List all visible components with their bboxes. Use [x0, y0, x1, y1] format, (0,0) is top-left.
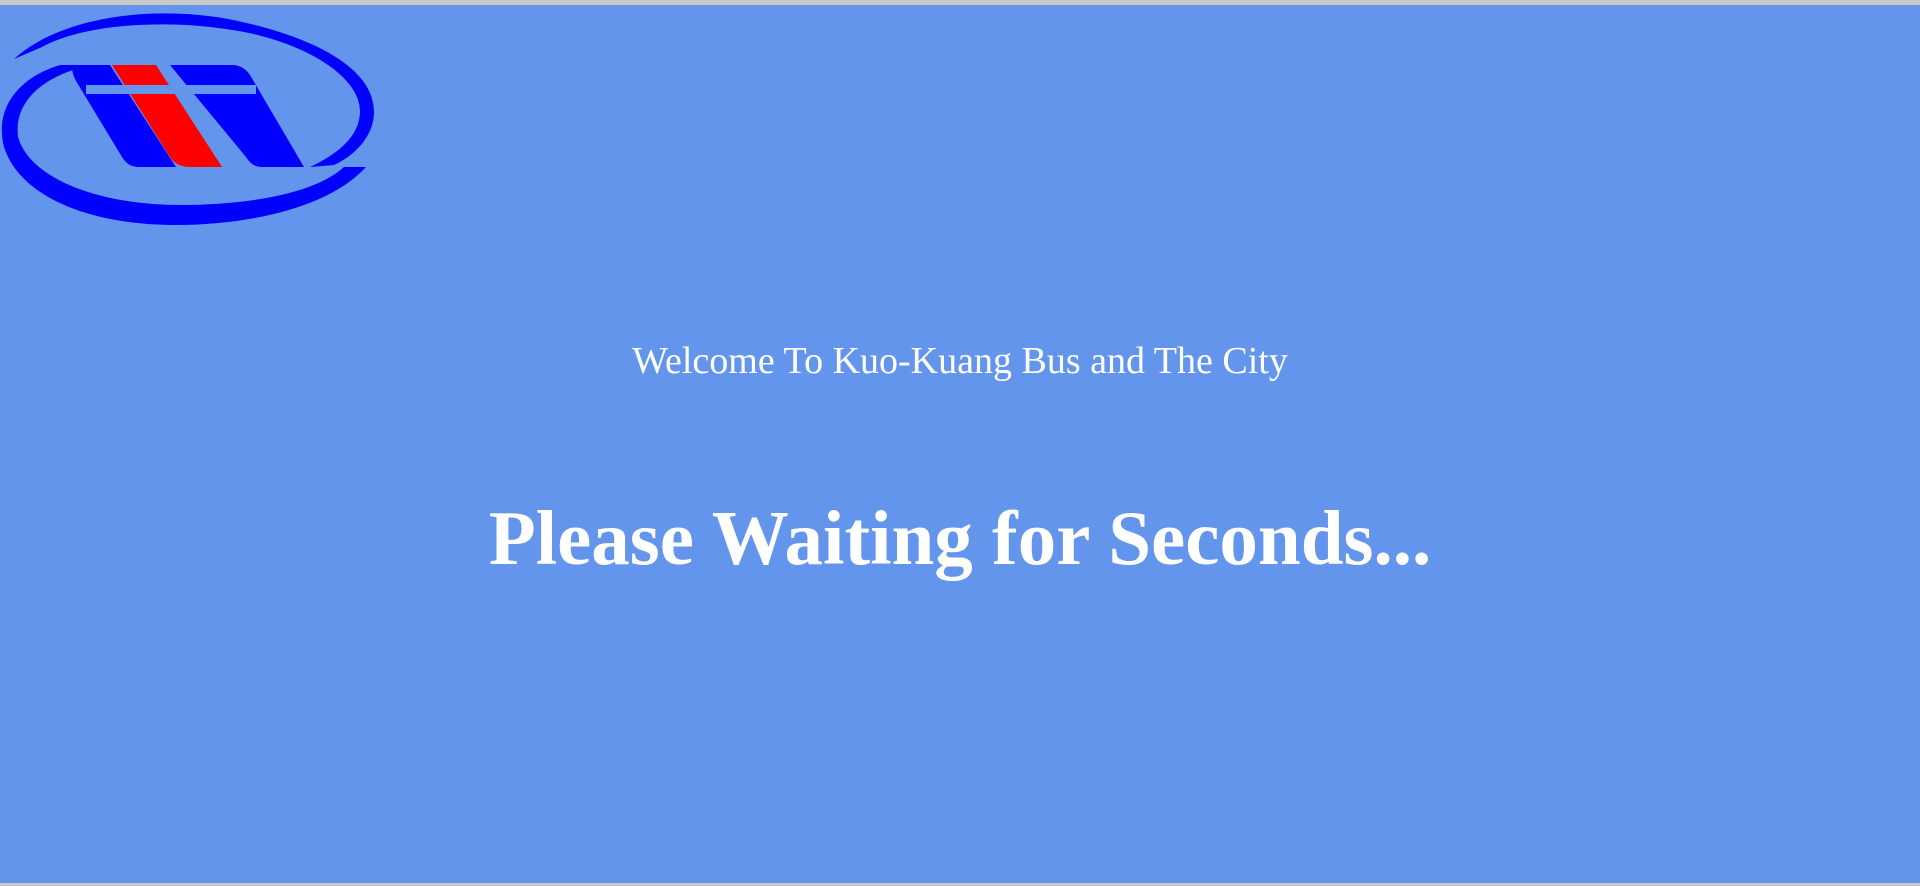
- kuo-kuang-logo-icon: [1, 13, 374, 225]
- waiting-message: Please Waiting for Seconds...: [488, 495, 1432, 581]
- logo-band: [86, 85, 256, 94]
- welcome-message: Welcome To Kuo-Kuang Bus and The City: [632, 340, 1288, 382]
- page-frame: Welcome To Kuo-Kuang Bus and The City Pl…: [0, 0, 1920, 886]
- page-background: Welcome To Kuo-Kuang Bus and The City Pl…: [0, 5, 1920, 883]
